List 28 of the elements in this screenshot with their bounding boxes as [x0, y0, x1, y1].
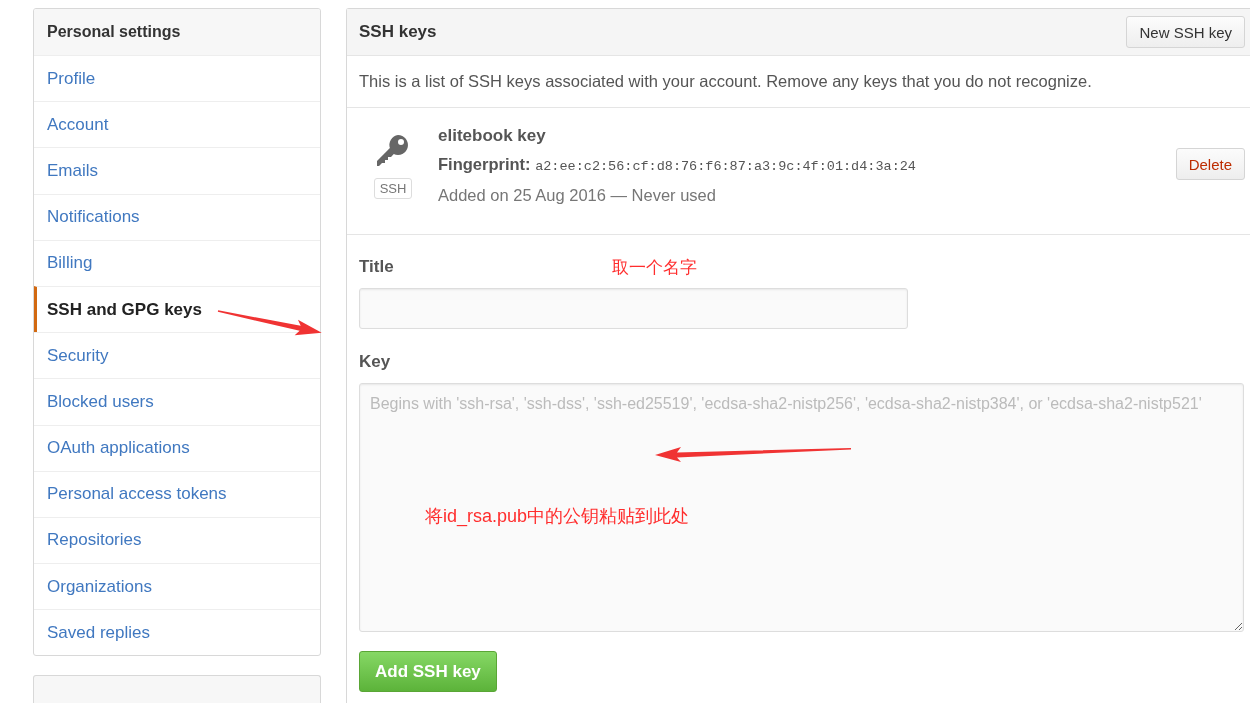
key-type-badge: SSH [373, 178, 413, 199]
delete-button[interactable]: Delete [1175, 148, 1245, 180]
key-icon [377, 135, 409, 166]
sidebar-item[interactable]: Account [34, 101, 320, 148]
sidebar-item[interactable]: Emails [34, 147, 320, 194]
sidebar-item[interactable]: Profile [34, 55, 320, 102]
title-input[interactable] [359, 288, 908, 329]
sidebar-item[interactable]: Notifications [34, 193, 320, 240]
sidebar-item[interactable]: OAuth applications [34, 424, 320, 471]
sidebar-item[interactable]: Personal access tokens [34, 470, 320, 517]
sidebar-item[interactable]: Organizations [34, 563, 320, 610]
panel-description: This is a list of SSH keys associated with your account. Remove any keys that you do not recognize. [347, 56, 1250, 108]
arrow-icon [217, 310, 322, 336]
key-title: elitebook key [438, 125, 547, 147]
field-label: Key [359, 352, 392, 372]
annotation-note: 将id_rsa.pub中的公钥粘贴到此处 [425, 505, 690, 528]
arrow-icon [655, 446, 851, 462]
sidebar-item[interactable]: Saved replies [34, 609, 320, 656]
sidebar-heading: Personal settings [34, 9, 320, 55]
panel-title: SSH keys [359, 22, 437, 42]
annotation-note: 取一个名字 [612, 256, 698, 279]
field-label: Title [359, 257, 395, 277]
key-added-date: Added on 25 Aug 2016 — Never used [438, 185, 717, 206]
sidebar-item[interactable]: Billing [34, 239, 320, 286]
key-fingerprint: Fingerprint: a2:ee:c2:56:cf:d8:76:f6:87:a3:9c:4f:01:d4:3a:24 [438, 154, 917, 176]
sidebar-item[interactable]: Blocked users [34, 378, 320, 425]
new-ssh-key-button[interactable]: New SSH key [1126, 16, 1245, 48]
sidebar-item[interactable]: Repositories [34, 516, 320, 564]
